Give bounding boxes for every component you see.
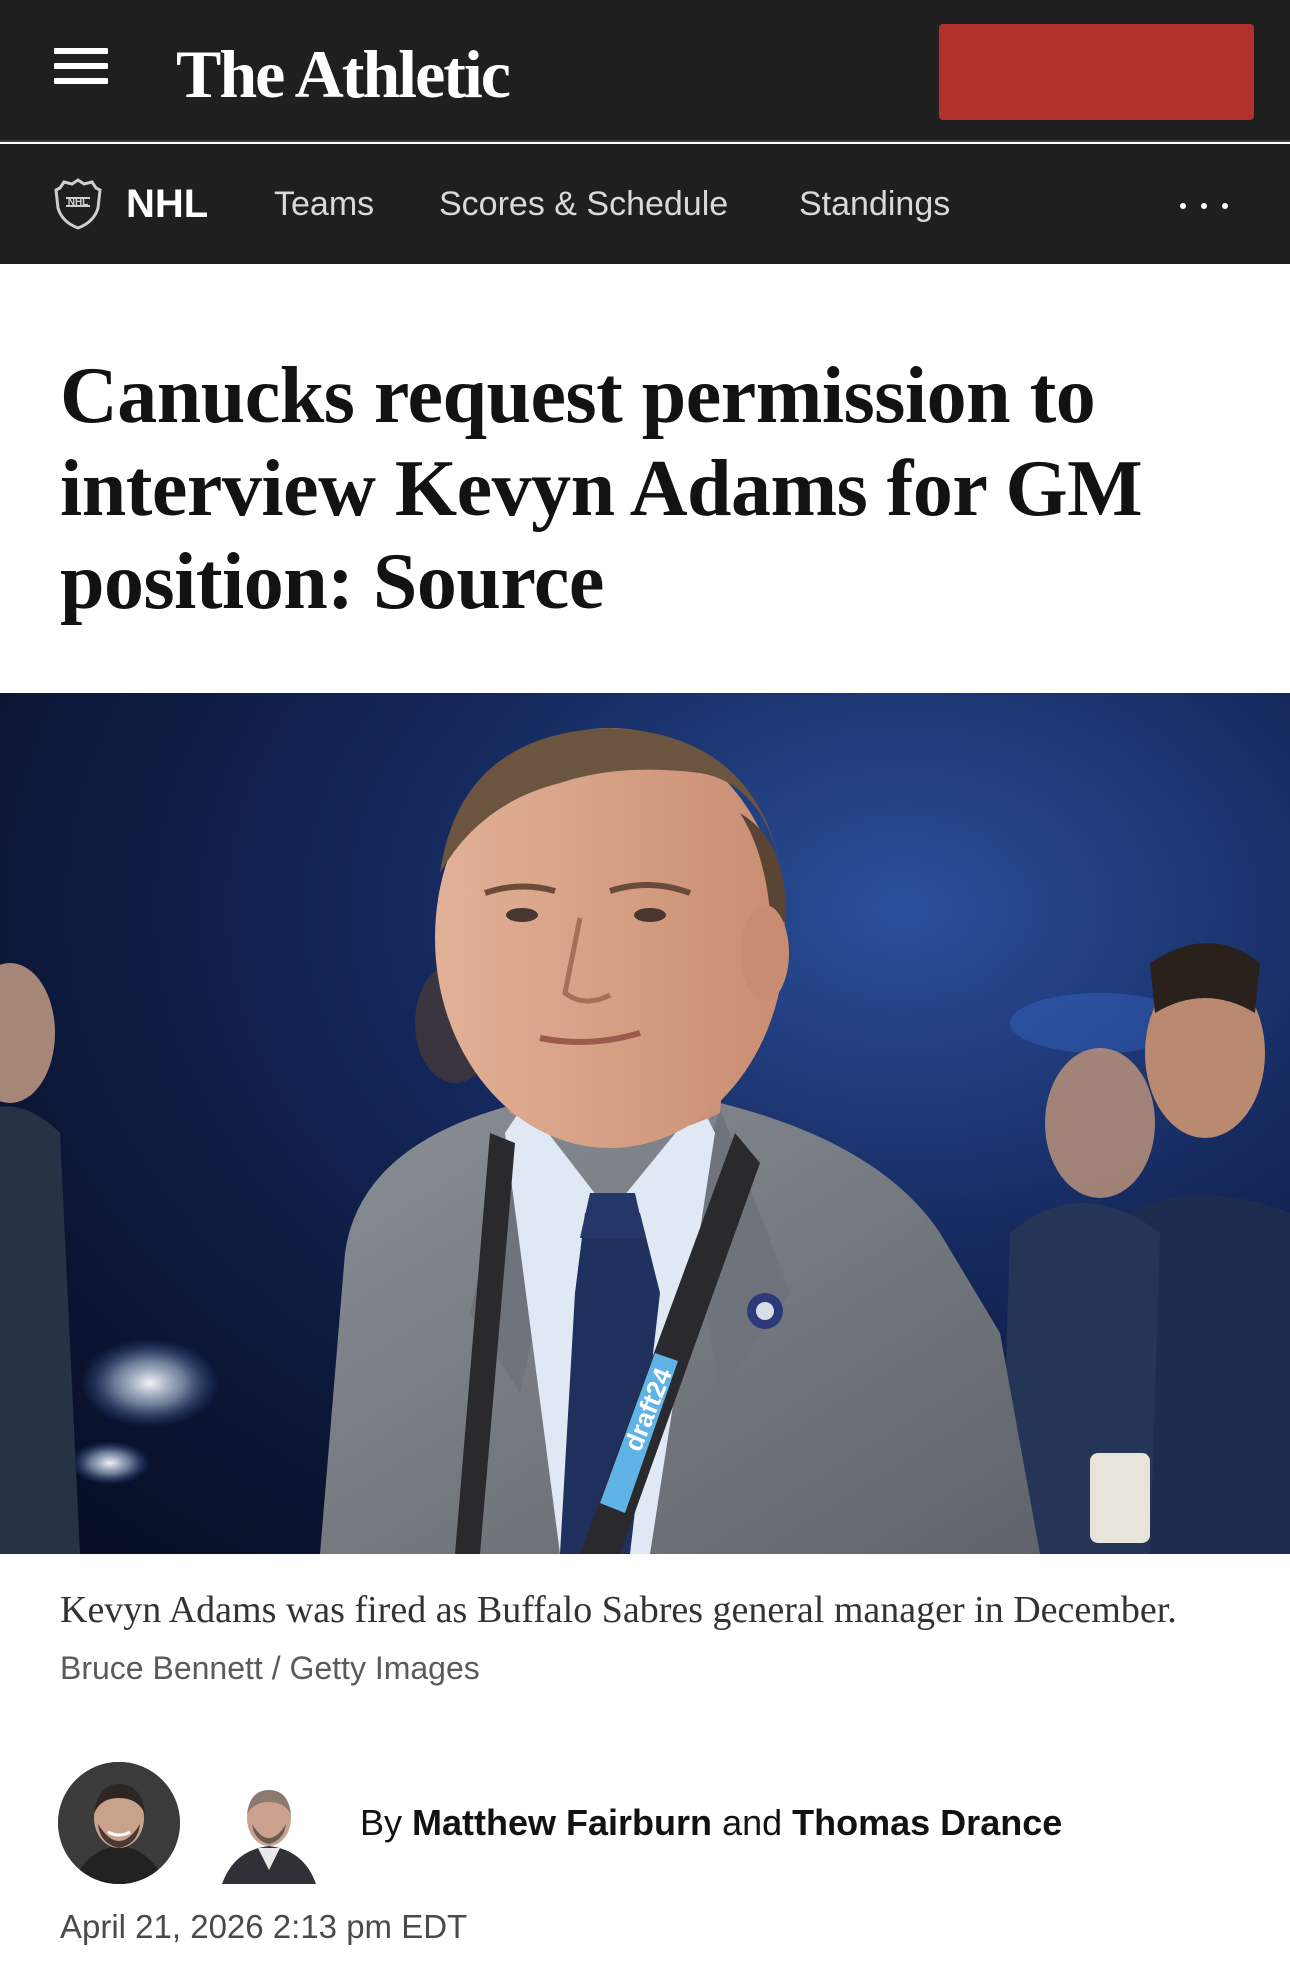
hamburger-menu-icon[interactable] (54, 48, 108, 90)
nav-item-teams[interactable]: Teams (274, 182, 374, 226)
more-dots-icon[interactable] (1180, 196, 1243, 214)
caption-text: Kevyn Adams was fired as Buffalo Sabres … (60, 1589, 1177, 1631)
author-link-thomas-drance[interactable]: Thomas Drance (792, 1802, 1062, 1843)
photo-caption: Kevyn Adams was fired as Buffalo Sabres … (60, 1582, 1240, 1697)
avatar-photo-1 (58, 1762, 180, 1884)
article-headline: Canucks request permission to interview … (60, 352, 1143, 626)
nav-item-standings[interactable]: Standings (799, 182, 950, 226)
photo-illustration: draft24 (0, 728, 1290, 1554)
author-link-matthew-fairburn[interactable]: Matthew Fairburn (412, 1802, 712, 1843)
top-bar: The Athletic (0, 0, 1290, 142)
article-byline: By Matthew Fairburn and Thomas Drance (360, 1800, 1062, 1846)
league-nav: NHL NHL Teams Scores & Schedule Standing… (0, 144, 1290, 264)
nav-item-scores-schedule[interactable]: Scores & Schedule (439, 182, 728, 226)
site-logo[interactable]: The Athletic (176, 34, 511, 114)
nhl-shield-icon[interactable]: NHL (54, 178, 102, 230)
author-avatar-matthew-fairburn[interactable] (58, 1762, 180, 1884)
byline-conjunction: and (722, 1802, 783, 1843)
photo-credit: Bruce Bennett / Getty Images (60, 1650, 480, 1686)
nav-nhl-link[interactable]: NHL (126, 180, 208, 228)
byline-prefix: By (360, 1802, 403, 1843)
hero-photo: draft24 (0, 693, 1290, 1554)
subscribe-button[interactable] (939, 24, 1254, 120)
svg-text:NHL: NHL (68, 197, 89, 208)
avatar-photo-2 (222, 1790, 316, 1884)
article-timestamp: April 21, 2026 2:13 pm EDT (60, 1908, 468, 1945)
author-avatar-thomas-drance[interactable] (214, 1774, 324, 1884)
